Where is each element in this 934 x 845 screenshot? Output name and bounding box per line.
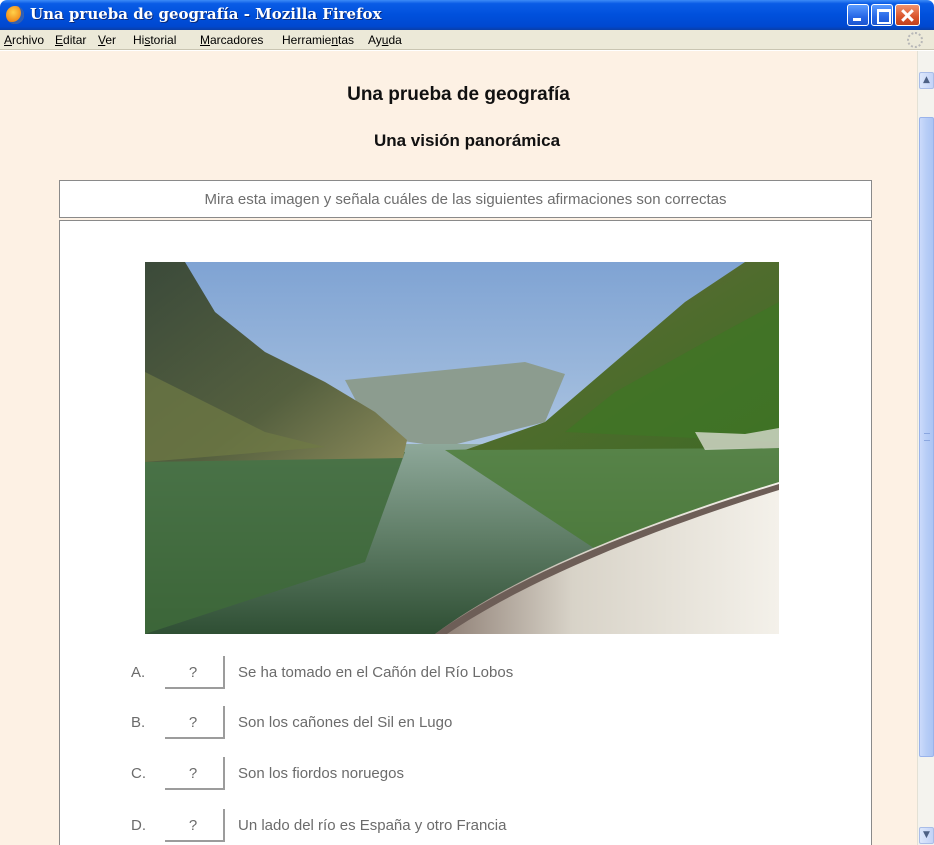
- window-titlebar[interactable]: Una prueba de geografía - Mozilla Firefo…: [0, 0, 934, 30]
- option-letter: C.: [131, 765, 146, 782]
- option-letter: D.: [131, 817, 146, 834]
- throbber-icon: [907, 32, 923, 48]
- instruction-box: Mira esta imagen y señala cuáles de las …: [59, 180, 872, 218]
- menu-historial[interactable]: Historial: [133, 33, 176, 47]
- window-title: Una prueba de geografía - Mozilla Firefo…: [30, 5, 382, 23]
- option-text: Son los cañones del Sil en Lugo: [238, 714, 453, 731]
- menu-ayuda[interactable]: Ayuda: [368, 33, 402, 47]
- vertical-scrollbar[interactable]: ▲ ▼: [917, 51, 934, 845]
- scroll-thumb[interactable]: [919, 117, 934, 757]
- page-title: Una prueba de geografía: [347, 84, 570, 105]
- answer-select[interactable]: ?: [163, 706, 225, 739]
- option-b: B. ? Son los cañones del Sil en Lugo: [131, 706, 851, 740]
- option-text: Son los fiordos noruegos: [238, 765, 404, 782]
- option-text: Un lado del río es España y otro Francia: [238, 817, 507, 834]
- menu-ver[interactable]: Ver: [98, 33, 116, 47]
- answer-select[interactable]: ?: [163, 809, 225, 842]
- menu-archivo[interactable]: Archivo: [4, 33, 44, 47]
- instruction-text: Mira esta imagen y señala cuáles de las …: [204, 191, 727, 208]
- menu-bar: Archivo Editar Ver Historial Marcadores …: [0, 30, 934, 50]
- maximize-icon[interactable]: [871, 4, 893, 26]
- option-a: A. ? Se ha tomado en el Cañón del Río Lo…: [131, 656, 851, 690]
- answer-select[interactable]: ?: [163, 656, 225, 689]
- answer-select[interactable]: ?: [163, 757, 225, 790]
- page-subtitle: Una visión panorámica: [373, 131, 561, 150]
- menu-marcadores[interactable]: Marcadores: [200, 33, 263, 47]
- river-canyon-photo: [145, 262, 779, 634]
- scroll-up-icon[interactable]: ▲: [919, 72, 934, 89]
- option-d: D. ? Un lado del río es España y otro Fr…: [131, 809, 851, 843]
- option-text: Se ha tomado en el Cañón del Río Lobos: [238, 664, 514, 681]
- menu-herramientas[interactable]: Herramientas: [282, 33, 354, 47]
- option-c: C. ? Son los fiordos noruegos: [131, 757, 851, 791]
- page-viewport: Una prueba de geografía Una visión panor…: [0, 51, 917, 845]
- scroll-down-icon[interactable]: ▼: [919, 827, 934, 844]
- menu-editar[interactable]: Editar: [55, 33, 86, 47]
- close-icon[interactable]: [895, 4, 920, 26]
- firefox-logo-icon: [6, 6, 24, 24]
- option-letter: B.: [131, 714, 146, 731]
- option-letter: A.: [131, 664, 146, 681]
- minimize-icon[interactable]: [847, 4, 869, 26]
